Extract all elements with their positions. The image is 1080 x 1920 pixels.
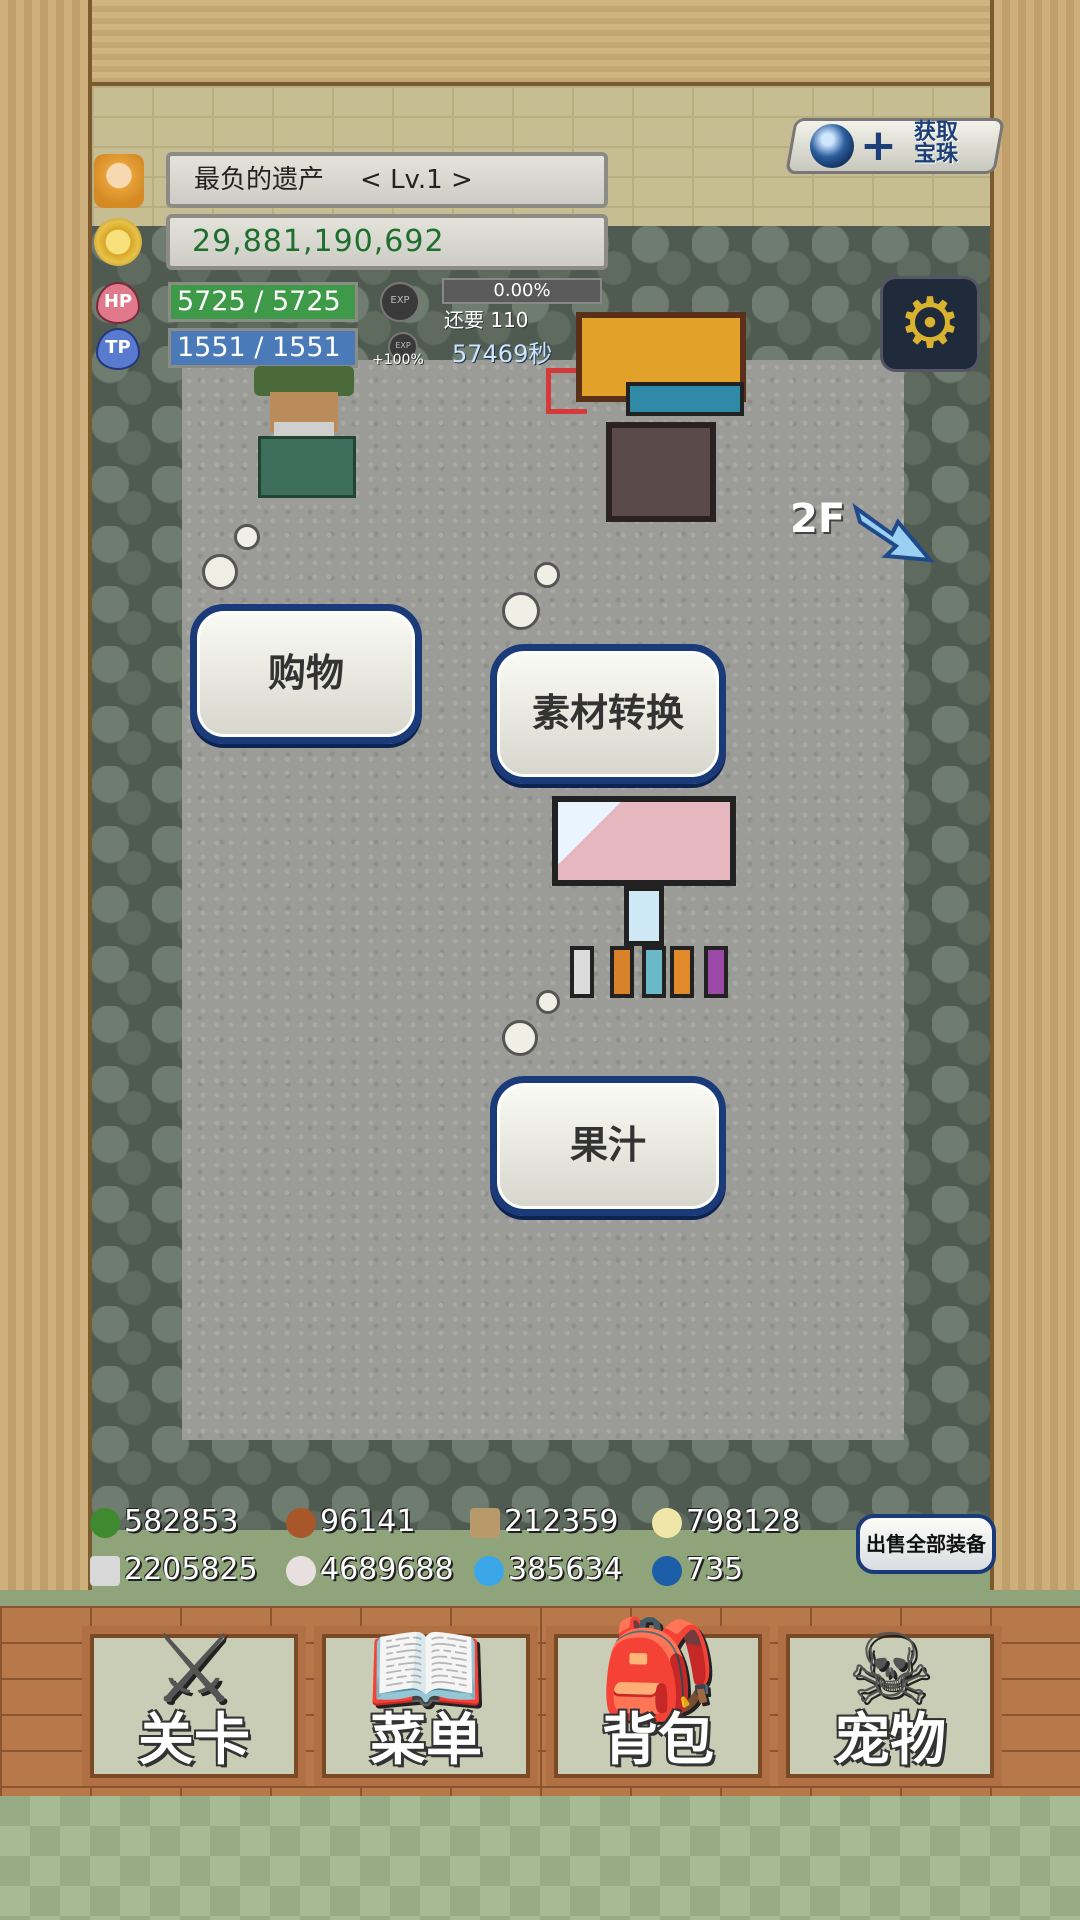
- thought-bubble: [202, 554, 238, 590]
- nav-stages-label: 关卡: [138, 1708, 250, 1773]
- nav-menu[interactable]: 📖 菜单: [314, 1613, 538, 1786]
- wood-frame-left: [0, 0, 92, 1590]
- floor-label: 2F: [790, 496, 846, 542]
- resource-blue-flame: 385634: [474, 1550, 623, 1590]
- resource-stone: 4689688: [286, 1550, 454, 1590]
- thought-bubble: [502, 1020, 538, 1056]
- gold-amount: 29,881,190,692: [166, 214, 608, 270]
- get-orb-label: 获取宝珠: [914, 120, 959, 167]
- hp-heart-icon: HP: [96, 282, 140, 324]
- juice-button[interactable]: 果汁: [490, 1076, 726, 1216]
- plank-icon: [470, 1507, 500, 1538]
- resource-iron-ingot: 2205825: [90, 1550, 258, 1590]
- thought-bubble: [534, 562, 560, 588]
- player-name: 最负的遗产: [194, 165, 325, 195]
- herb-icon: [90, 1507, 120, 1538]
- thought-bubble: [502, 592, 540, 630]
- exp-icon: EXP: [380, 282, 420, 322]
- wood-log-icon: [286, 1507, 316, 1538]
- tp-bar: 1551 / 1551: [168, 328, 358, 368]
- orb-icon: [810, 124, 854, 168]
- plus-icon: +: [860, 120, 897, 171]
- nav-backpack[interactable]: 🎒 背包: [546, 1613, 770, 1786]
- player-level: < Lv.1 >: [360, 165, 473, 195]
- tp-heart-icon: TP: [96, 328, 140, 370]
- hp-bar: 5725 / 5725: [168, 282, 358, 322]
- iron-ingot-icon: [90, 1555, 120, 1586]
- next-floor-arrow-icon[interactable]: [852, 494, 936, 566]
- shop-button[interactable]: 购物: [190, 604, 422, 744]
- thought-bubble: [234, 524, 260, 550]
- nav-menu-label: 菜单: [370, 1708, 482, 1773]
- resource-blue-orb: 735: [652, 1550, 743, 1590]
- nav-pets[interactable]: ☠ 宠物: [778, 1613, 1002, 1786]
- exp-bonus: +100%: [372, 352, 424, 368]
- player-portrait[interactable]: [94, 154, 144, 208]
- blue-orb-icon: [652, 1555, 682, 1586]
- wood-frame-top: [0, 0, 1080, 86]
- wood-frame-right: [990, 0, 1080, 1590]
- thought-bubble: [536, 990, 560, 1014]
- resource-plank: 212359: [470, 1502, 619, 1542]
- blue-flame-icon: [474, 1555, 504, 1586]
- grass-ground: [0, 1796, 1080, 1920]
- boost-timer: 57469秒: [452, 340, 553, 368]
- resource-panel: 582853 96141 212359 798128 2205825 46896…: [90, 1502, 850, 1598]
- player-name-bar[interactable]: 最负的遗产 < Lv.1 >: [166, 152, 608, 208]
- nav-pets-label: 宠物: [834, 1708, 946, 1773]
- resource-wood-log: 96141: [286, 1502, 415, 1542]
- exp-percent: 0.00%: [442, 278, 602, 304]
- material-converter-machine[interactable]: [546, 312, 746, 522]
- drop-icon: [652, 1507, 682, 1538]
- nav-backpack-label: 背包: [602, 1708, 714, 1773]
- resource-drop: 798128: [652, 1502, 801, 1542]
- exp-remaining: 还要 110: [444, 308, 529, 332]
- resource-herb: 582853: [90, 1502, 239, 1542]
- gold-coin-icon: [94, 218, 142, 266]
- settings-gear-icon[interactable]: ⚙: [880, 276, 980, 372]
- stone-icon: [286, 1555, 316, 1586]
- material-convert-button[interactable]: 素材转换: [490, 644, 726, 784]
- shopkeeper-npc[interactable]: [244, 366, 364, 498]
- nav-stages[interactable]: ⚔ 关卡: [82, 1613, 306, 1786]
- sell-all-equipment-button[interactable]: 出售全部装备: [856, 1514, 996, 1574]
- juicer-machine[interactable]: [552, 796, 736, 1012]
